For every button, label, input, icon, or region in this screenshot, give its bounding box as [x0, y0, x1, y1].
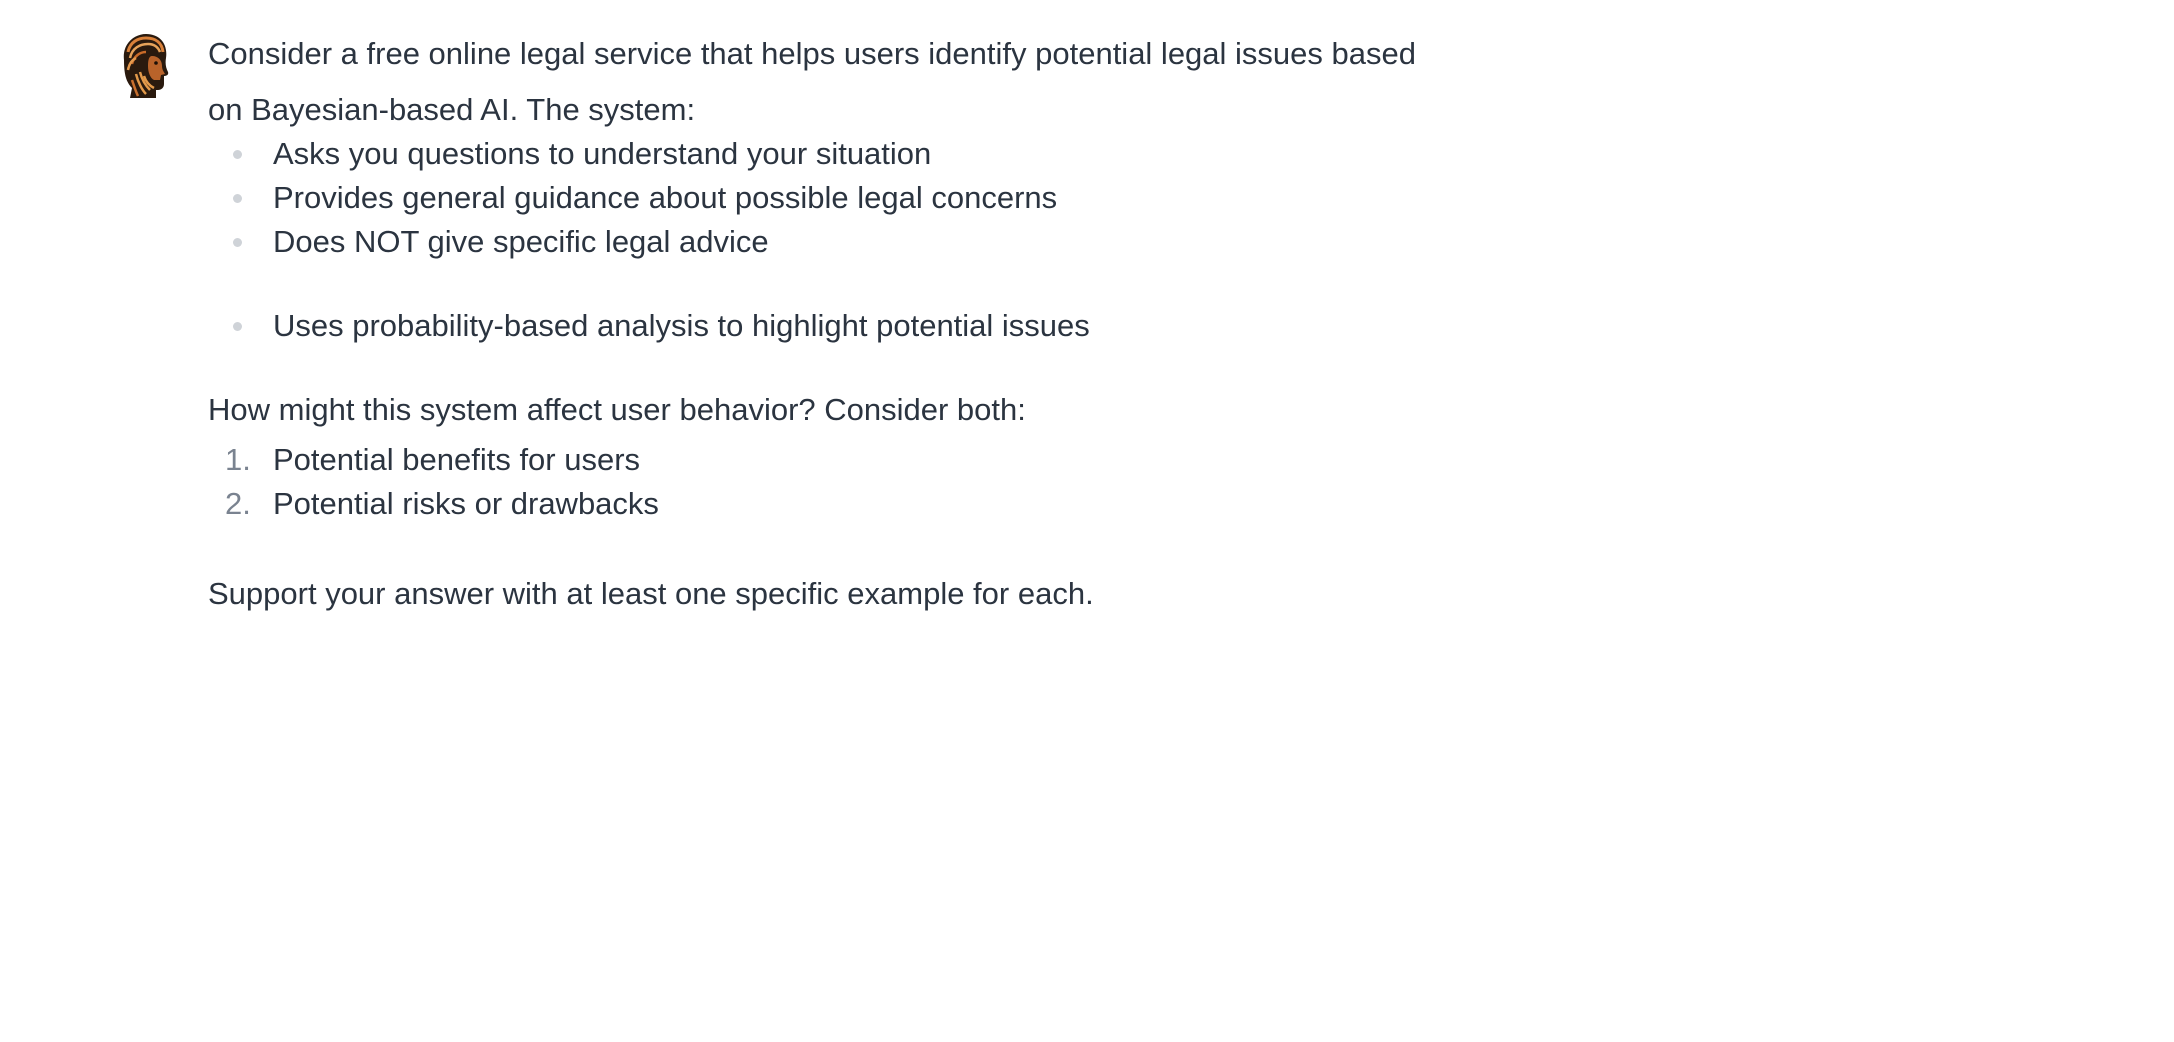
- intro-paragraph: Consider a free online legal service tha…: [208, 26, 1508, 138]
- closing-paragraph: Support your answer with at least one sp…: [208, 576, 1094, 611]
- list-item: Uses probability-based analysis to highl…: [208, 304, 1508, 348]
- list-item-text: Potential benefits for users: [273, 442, 641, 477]
- list-item-text: Provides general guidance about possible…: [273, 180, 1058, 215]
- list-item: Does NOT give specific legal advice: [208, 220, 1508, 264]
- list-item-number: 2.: [225, 486, 251, 521]
- bullet-icon: [233, 238, 242, 247]
- list-item-text: Potential risks or drawbacks: [273, 486, 659, 521]
- features-list: Asks you questions to understand your si…: [208, 132, 1508, 348]
- list-item: 1. Potential benefits for users: [208, 438, 1508, 482]
- list-item: Asks you questions to understand your si…: [208, 132, 1508, 176]
- list-item: Provides general guidance about possible…: [208, 176, 1508, 220]
- list-item: 2. Potential risks or drawbacks: [208, 482, 1508, 526]
- bullet-icon: [233, 150, 242, 159]
- bearded-head-icon: [123, 34, 169, 98]
- question-paragraph: How might this system affect user behavi…: [208, 392, 1026, 427]
- message-content: Consider a free online legal service tha…: [208, 26, 1508, 616]
- intro-line-2: on Bayesian-based AI. The system:: [208, 92, 696, 127]
- intro-line-1: Consider a free online legal service tha…: [208, 36, 1416, 71]
- bullet-icon: [233, 322, 242, 331]
- list-item-text: Asks you questions to understand your si…: [273, 136, 932, 171]
- bullet-icon: [233, 194, 242, 203]
- avatar: [116, 30, 172, 102]
- list-item-text: Does NOT give specific legal advice: [273, 224, 769, 259]
- considerations-list: 1. Potential benefits for users 2. Poten…: [208, 438, 1508, 526]
- list-item-number: 1.: [225, 442, 251, 477]
- list-item-text: Uses probability-based analysis to highl…: [273, 308, 1090, 343]
